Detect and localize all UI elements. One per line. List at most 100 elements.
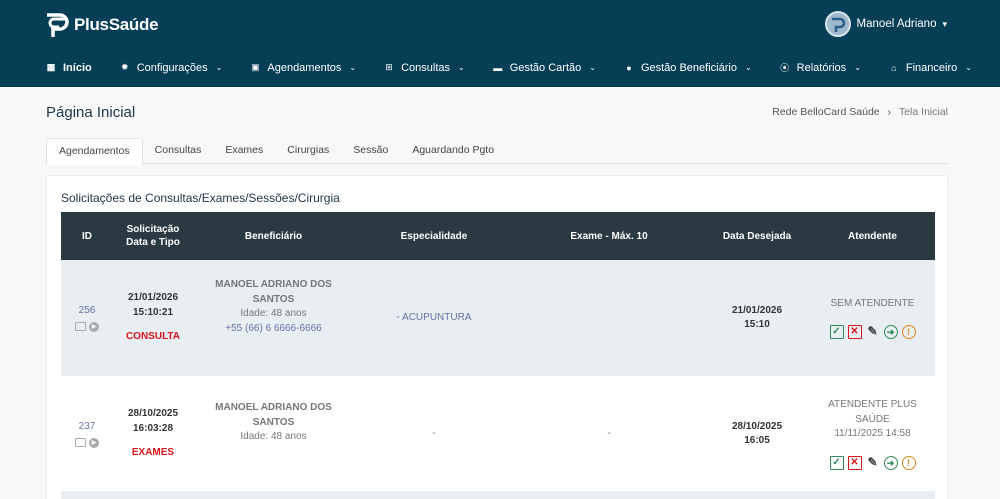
nav-financeiro[interactable]: ⌂ Financeiro ⌄ bbox=[889, 62, 972, 74]
header-exame: Exame - Máx. 10 bbox=[514, 212, 704, 260]
tabs: Agendamentos Consultas Exames Cirurgias … bbox=[46, 138, 948, 165]
avatar-logo-icon bbox=[831, 17, 845, 32]
cell-data-desejada: 28/10/2025 16:05 bbox=[704, 376, 810, 492]
user-menu[interactable]: Manoel Adriano ▾ bbox=[824, 11, 947, 37]
header-solicitacao-line2: Data e Tipo bbox=[126, 237, 180, 248]
chevron-right-icon: › bbox=[887, 106, 891, 118]
brand-name: PlusSaúde bbox=[74, 15, 159, 34]
approve-icon[interactable]: ✓ bbox=[829, 325, 844, 340]
avatar bbox=[824, 11, 851, 37]
approve-icon[interactable]: ✓ bbox=[829, 455, 844, 470]
header-id: ID bbox=[61, 212, 113, 260]
cell-exame bbox=[514, 260, 704, 376]
request-time: 15:10:21 bbox=[132, 306, 174, 318]
desired-time: 15:10 bbox=[744, 319, 770, 330]
nav-gestao-beneficiario[interactable]: ● Gestão Beneficiário ⌄ bbox=[624, 61, 752, 74]
chevron-down-icon: ⌄ bbox=[965, 63, 972, 72]
play-icon: ▶ bbox=[89, 437, 99, 448]
edit-icon[interactable]: ✎ bbox=[866, 325, 880, 339]
plus-square-icon: ⊞ bbox=[385, 62, 393, 72]
reject-icon[interactable]: ✕ bbox=[847, 455, 862, 470]
beneficiary-name-line1: MANOEL ADRIANO DOS bbox=[215, 402, 332, 414]
request-date: 21/01/2026 bbox=[127, 292, 179, 304]
request-id[interactable]: 237 bbox=[61, 420, 113, 435]
cell-solicitacao: 21/01/2026 15:10:21 CONSULTA bbox=[113, 260, 193, 376]
device-icons: ▶ bbox=[61, 437, 113, 448]
beneficiary-age: Idade: 48 anos bbox=[240, 431, 307, 443]
tab-exames[interactable]: Exames bbox=[213, 138, 275, 164]
card-icon: ▬ bbox=[493, 62, 503, 73]
nav-label: Gestão Beneficiário bbox=[640, 61, 737, 74]
chevron-down-icon: ⌄ bbox=[349, 63, 357, 72]
cell-atendente: ATENDENTE PLUS SAÚDE 11/11/2025 14:58 ✓ … bbox=[810, 376, 935, 492]
tab-consultas[interactable]: Consultas bbox=[143, 138, 214, 164]
beneficiary-age: Idade: 48 anos bbox=[240, 308, 307, 319]
card-title: Solicitações de Consultas/Exames/Sessões… bbox=[61, 191, 340, 205]
nav-gestao-cartao[interactable]: ▬ Gestão Cartão ⌄ bbox=[493, 62, 596, 74]
alert-icon[interactable]: ! bbox=[901, 325, 916, 340]
brand-logo[interactable]: PlusSaúde bbox=[44, 11, 159, 39]
nav-relatorios[interactable]: ⦿ Relatórios ⌄ bbox=[780, 61, 861, 74]
user-icon: ● bbox=[626, 62, 632, 73]
cell-solicitacao: 28/10/2025 16:03:28 EXAMES bbox=[113, 376, 193, 492]
header-atendente: Atendente bbox=[810, 212, 935, 260]
gear-icon: ✹ bbox=[120, 62, 129, 72]
request-date: 28/10/2025 bbox=[127, 408, 179, 420]
table-row: 237 ▶ 28/10/2025 16:03:28 EXAMES MANOEL … bbox=[61, 376, 935, 492]
cell-exame: - bbox=[514, 376, 704, 492]
breadcrumb-current: Tela Inicial bbox=[898, 106, 948, 118]
requests-card: Solicitações de Consultas/Exames/Sessões… bbox=[46, 175, 948, 499]
nav-agendamentos[interactable]: ▣ Agendamentos ⌄ bbox=[250, 62, 356, 74]
nav-configuracoes[interactable]: ✹ Configurações ⌄ bbox=[120, 61, 223, 74]
cell-data-desejada: 21/01/2026 15:10 bbox=[704, 260, 810, 376]
main-nav: ▦ Início ✹ Configurações ⌄ ▣ Agendamentos ⌄ ⊞… bbox=[46, 61, 1000, 74]
header-solicitacao: Solicitação Data e Tipo bbox=[113, 212, 193, 260]
cell-especialidade: - ACUPUNTURA bbox=[354, 260, 514, 376]
page-title: Página Inicial bbox=[46, 104, 136, 121]
header-beneficiario: Beneficiário bbox=[193, 212, 354, 260]
tab-aguardando-pgto[interactable]: Aguardando Pgto bbox=[400, 138, 506, 164]
monitor-icon bbox=[75, 437, 86, 447]
alert-icon[interactable]: ! bbox=[901, 455, 916, 470]
header-data-desejada: Data Desejada bbox=[704, 212, 810, 260]
request-type: EXAMES bbox=[131, 447, 175, 459]
chevron-down-icon: ⌄ bbox=[458, 63, 465, 72]
tab-agendamentos[interactable]: Agendamentos bbox=[46, 138, 143, 165]
forward-icon[interactable]: ➜ bbox=[883, 325, 898, 340]
header-solicitacao-line1: Solicitação bbox=[126, 224, 180, 235]
edit-icon[interactable]: ✎ bbox=[866, 456, 880, 470]
tab-sessao[interactable]: Sessão bbox=[341, 138, 400, 164]
chevron-down-icon: ⌄ bbox=[215, 63, 223, 72]
table-header: ID Solicitação Data e Tipo Beneficiário E… bbox=[61, 212, 935, 260]
nav-label: Consultas bbox=[401, 61, 450, 74]
row-actions: ✓ ✕ ✎ ➜ ! bbox=[810, 455, 935, 470]
attendant-name-line2: SAÚDE bbox=[855, 413, 890, 425]
reject-icon[interactable]: ✕ bbox=[847, 325, 862, 340]
tab-cirurgias[interactable]: Cirurgias bbox=[275, 138, 341, 164]
device-icons: ▶ bbox=[61, 321, 113, 332]
nav-label: Gestão Cartão bbox=[509, 61, 582, 74]
bank-icon: ⌂ bbox=[891, 62, 897, 73]
chevron-down-icon: ⌄ bbox=[744, 63, 752, 72]
beneficiary-phone[interactable]: +55 (66) 6 6666-6666 bbox=[193, 322, 354, 337]
monitor-icon bbox=[75, 321, 86, 331]
cell-beneficiario: MANOEL ADRIANO DOS SANTOS Idade: 48 anos… bbox=[193, 260, 354, 376]
play-icon: ▶ bbox=[89, 321, 99, 332]
nav-consultas[interactable]: ⊞ Consultas ⌄ bbox=[384, 61, 465, 74]
cell-atendente: SEM ATENDENTE ✓ ✕ ✎ ➜ ! bbox=[810, 260, 935, 376]
breadcrumb-root[interactable]: Rede BelloCard Saúde bbox=[772, 106, 879, 118]
next-row-edge bbox=[61, 491, 935, 499]
forward-icon[interactable]: ➜ bbox=[883, 455, 898, 470]
nav-label: Início bbox=[63, 61, 92, 74]
request-id[interactable]: 256 bbox=[61, 304, 113, 319]
cell-beneficiario: MANOEL ADRIANO DOS SANTOS Idade: 48 anos bbox=[193, 376, 354, 492]
nav-label: Configurações bbox=[136, 61, 208, 74]
nav-inicio[interactable]: ▦ Início bbox=[46, 62, 92, 74]
cell-id: 237 ▶ bbox=[61, 376, 113, 492]
cell-id: 256 ▶ bbox=[61, 260, 113, 376]
request-type: CONSULTA bbox=[125, 331, 181, 343]
logo-mark-icon bbox=[47, 13, 69, 37]
header-especialidade: Especialidade bbox=[354, 212, 514, 260]
grid-icon: ▦ bbox=[46, 62, 56, 72]
chevron-down-icon: ▾ bbox=[942, 18, 947, 29]
